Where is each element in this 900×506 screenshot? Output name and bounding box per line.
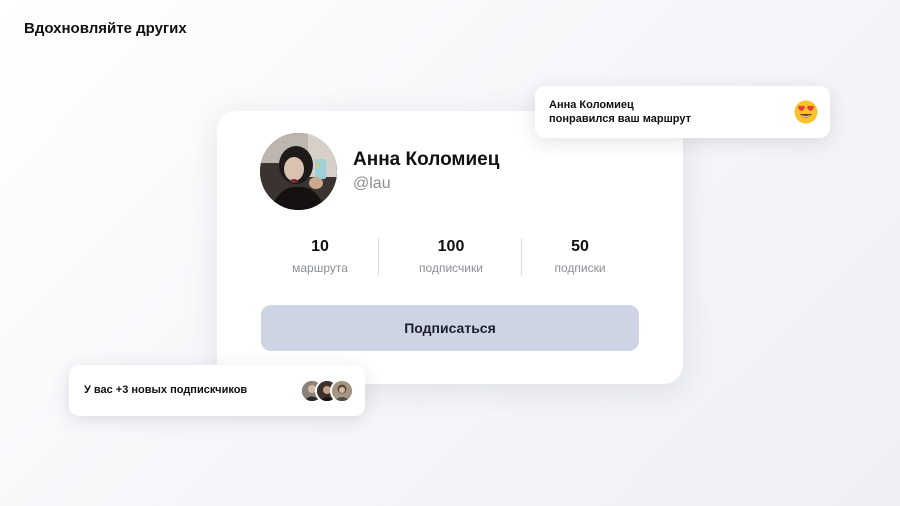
notification-followers[interactable]: У вас +3 новых подпискчиков xyxy=(69,365,365,416)
profile-stats: 10 маршрута 100 подписчики 50 подписки xyxy=(260,237,640,277)
notification-like-text: Анна Коломиец понравился ваш маршрут xyxy=(549,98,691,126)
stat-divider xyxy=(521,238,522,275)
page-heading: Вдохновляйте других xyxy=(24,20,187,37)
heart-eyes-emoji-icon xyxy=(794,100,818,124)
stat-routes[interactable]: 10 маршрута xyxy=(280,237,360,277)
profile-name: Анна Коломиец xyxy=(353,149,500,170)
stat-divider xyxy=(378,238,379,275)
stat-followers-label: подписчики xyxy=(419,261,483,275)
stat-followers-value: 100 xyxy=(437,238,465,255)
avatar-photo-icon xyxy=(260,133,337,210)
notification-like-message: понравился ваш маршрут xyxy=(549,113,691,125)
new-followers-avatars xyxy=(300,379,356,403)
stat-following-label: подписки xyxy=(554,261,606,275)
stat-routes-label: маршрута xyxy=(292,261,348,275)
follower-avatar xyxy=(330,379,354,403)
stat-followers[interactable]: 100 подписчики xyxy=(405,237,497,277)
notification-like-user: Анна Коломиец xyxy=(549,99,634,111)
notification-like[interactable]: Анна Коломиец понравился ваш маршрут xyxy=(535,86,830,138)
profile-handle: @lau xyxy=(353,175,391,192)
stat-routes-value: 10 xyxy=(311,238,329,255)
stat-following-value: 50 xyxy=(571,238,589,255)
stat-following[interactable]: 50 подписки xyxy=(540,237,620,277)
profile-card: Анна Коломиец @lau 10 маршрута 100 подпи… xyxy=(217,111,683,384)
notification-followers-text: У вас +3 новых подпискчиков xyxy=(84,384,248,396)
subscribe-button[interactable]: Подписаться xyxy=(261,305,639,351)
profile-avatar[interactable] xyxy=(260,133,337,210)
